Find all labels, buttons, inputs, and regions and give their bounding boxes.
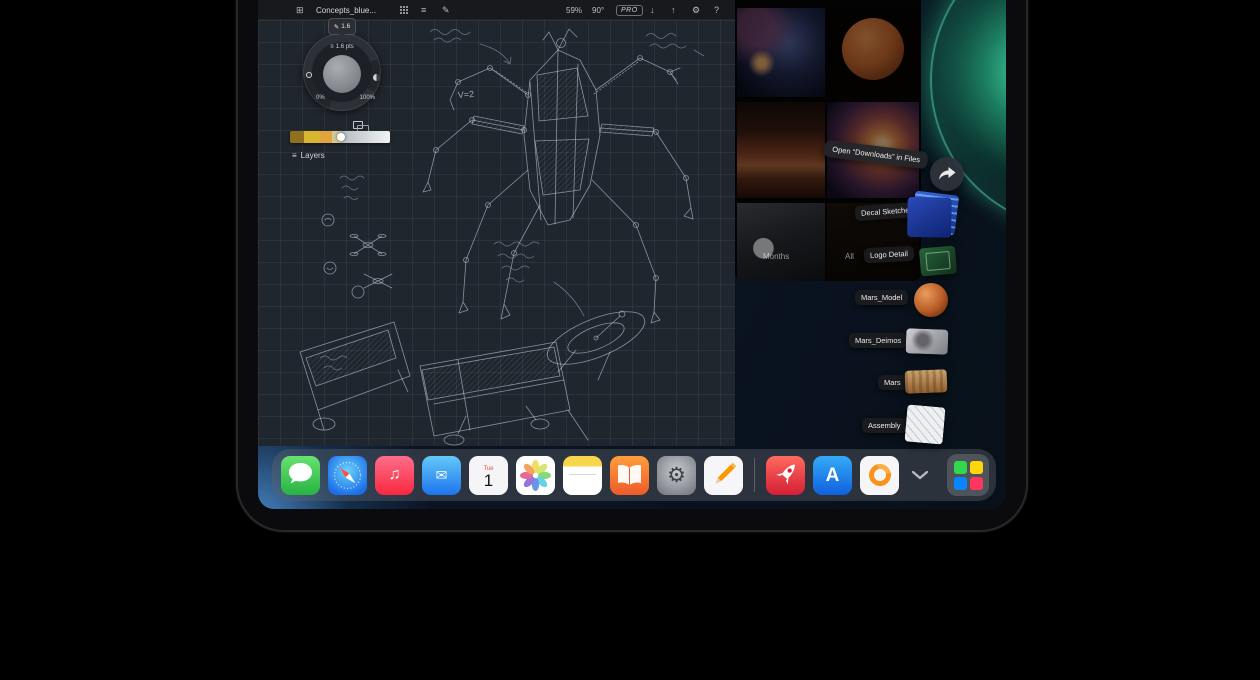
export-share-icon[interactable]: ↑	[671, 0, 676, 20]
brush-size-label: ≡ 1.6 pts	[330, 44, 354, 50]
sketch-app-icon[interactable]	[704, 456, 743, 495]
rocket-app-icon[interactable]	[766, 456, 805, 495]
notes-app-icon[interactable]	[563, 456, 602, 495]
menu-icon[interactable]: ≡	[421, 0, 426, 20]
drag-thumb-assembly[interactable]	[904, 404, 945, 444]
app-store-a: A	[826, 466, 840, 485]
brush-size-knob-value: 1.6	[341, 23, 350, 30]
drag-thumb-mars-deimos[interactable]	[906, 328, 949, 354]
app-library-icon[interactable]	[947, 454, 989, 496]
notes-line	[569, 474, 596, 475]
books-app-icon[interactable]	[610, 456, 649, 495]
ipad-screen: V=2 ⊞ Concepts_blue... ≡ ✎ 59% 90° PRO ↓…	[258, 0, 1006, 509]
concepts-toolbar: ⊞ Concepts_blue... ≡ ✎ 59% 90° PRO ↓ ↑ ⚙…	[258, 0, 735, 20]
music-note-icon: ♫	[389, 467, 401, 483]
chat-bubble-icon	[281, 456, 320, 495]
share-forward-button[interactable]	[930, 157, 964, 191]
tool-wheel[interactable]: ≡ 1.6 pts 0% 100% ✎ 1.6	[303, 33, 381, 111]
mini-app-yellow	[970, 461, 983, 474]
tool-wheel-thumb[interactable]	[323, 55, 361, 93]
import-icon[interactable]: ↓	[650, 0, 655, 20]
drag-item-label[interactable]: Mars_Model	[855, 290, 908, 305]
opacity-min-label: 0%	[316, 95, 325, 101]
opacity-max-label: 100%	[360, 95, 375, 101]
help-icon[interactable]: ?	[714, 0, 719, 20]
concepts-app-window: V=2 ⊞ Concepts_blue... ≡ ✎ 59% 90° PRO ↓…	[258, 0, 735, 446]
chevron-down-icon	[911, 470, 929, 480]
rocket-icon	[766, 456, 805, 495]
mini-app-pink	[970, 477, 983, 490]
swatch-orange[interactable]	[320, 131, 332, 143]
brush-size-value: 1.6 pts	[336, 44, 354, 50]
layers-label: Layers	[301, 151, 325, 160]
swatch-gradient[interactable]	[341, 131, 390, 143]
swatch-dark-yellow[interactable]	[290, 131, 304, 143]
contrast-icon[interactable]	[373, 74, 380, 81]
tab-all[interactable]: All	[845, 252, 854, 261]
drag-item-label[interactable]: Mars_Deimos	[849, 333, 907, 348]
drag-thumb-mars[interactable]	[905, 369, 948, 393]
pro-badge[interactable]: PRO	[616, 0, 643, 20]
rotation-angle[interactable]: 90°	[592, 0, 604, 20]
envelope-icon: ✉	[436, 468, 448, 482]
messages-app-icon[interactable]	[281, 456, 320, 495]
orange-c-app-icon[interactable]	[860, 456, 899, 495]
size-menu-icon: ≡	[330, 44, 334, 50]
orange-ring-icon	[864, 460, 894, 490]
pen-nib-icon: ✎	[334, 23, 339, 31]
document-title[interactable]: Concepts_blue...	[316, 0, 376, 20]
mail-app-icon[interactable]: ✉	[422, 456, 461, 495]
dock-collapse-chevron[interactable]	[907, 465, 933, 485]
mini-app-green	[954, 461, 967, 474]
gear-icon: ⚙	[667, 465, 686, 486]
settings-app-icon[interactable]: ⚙	[657, 456, 696, 495]
open-book-icon	[610, 456, 649, 495]
drag-thumb-mars-model[interactable]	[911, 281, 951, 319]
swatch-handle[interactable]	[337, 133, 345, 141]
layers-panel-header[interactable]: ≡ Layers	[292, 151, 325, 160]
pro-badge-label: PRO	[616, 5, 643, 16]
drag-thumb-logo-detail[interactable]	[919, 245, 957, 276]
flower-icon	[516, 456, 555, 495]
swatch-yellow[interactable]	[304, 131, 320, 143]
forward-arrow-icon	[938, 167, 956, 181]
calendar-app-icon[interactable]: Tue 1	[469, 456, 508, 495]
drag-item-label[interactable]: Mars	[878, 375, 907, 390]
drag-item-label[interactable]: Assembly	[862, 418, 907, 433]
safari-app-icon[interactable]	[328, 456, 367, 495]
dock: ♫ ✉ Tue 1	[272, 449, 996, 501]
photos-app-icon[interactable]	[516, 456, 555, 495]
pencil-icon	[704, 456, 743, 495]
reference-cards-icon[interactable]	[353, 121, 363, 129]
music-app-icon[interactable]: ♫	[375, 456, 414, 495]
calendar-day: 1	[484, 472, 493, 490]
canvas-annotation: V=2	[457, 89, 474, 100]
brush-icon[interactable]	[306, 72, 312, 78]
app-store-app-icon[interactable]: A	[813, 456, 852, 495]
layers-menu-icon: ≡	[292, 151, 297, 160]
settings-gear-icon[interactable]: ⚙	[692, 0, 700, 20]
mini-app-blue	[954, 477, 967, 490]
tab-months[interactable]: Months	[763, 252, 789, 261]
drag-item-label[interactable]: Logo Detail	[864, 246, 915, 264]
dock-divider	[754, 458, 755, 492]
precision-grid-icon[interactable]	[400, 0, 409, 20]
drag-thumb-decal-sketches[interactable]	[911, 190, 960, 235]
stage: V=2 ⊞ Concepts_blue... ≡ ✎ 59% 90° PRO ↓…	[0, 0, 1260, 680]
compass-icon	[328, 456, 367, 495]
zoom-level[interactable]: 59%	[566, 0, 582, 20]
corner-grid-icon[interactable]: ⊞	[296, 0, 304, 20]
brush-size-knob[interactable]: ✎ 1.6	[328, 18, 356, 35]
pen-tool-icon[interactable]: ✎	[442, 0, 450, 20]
